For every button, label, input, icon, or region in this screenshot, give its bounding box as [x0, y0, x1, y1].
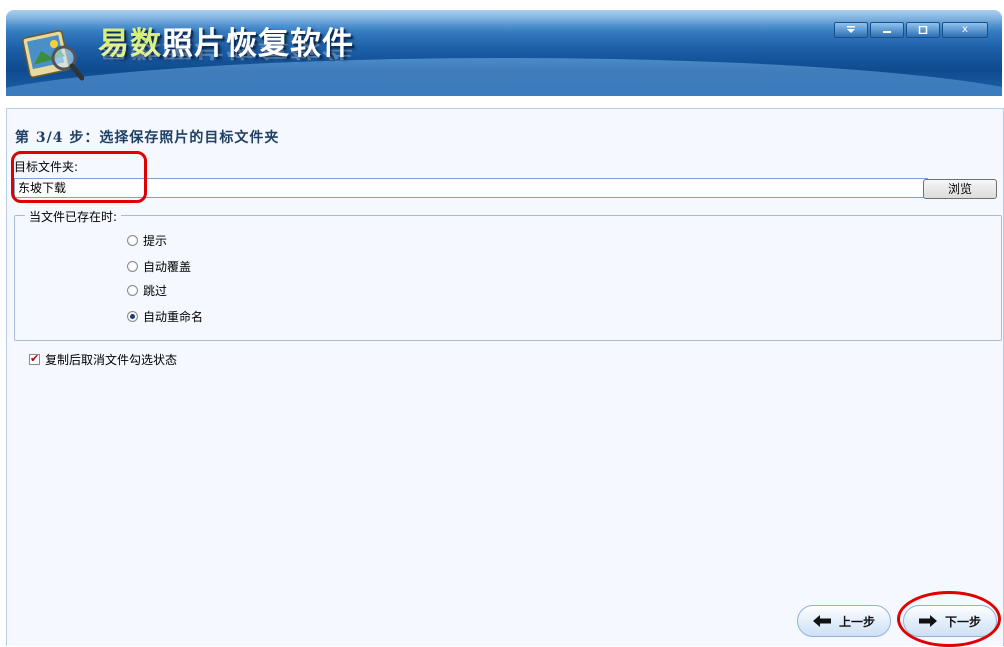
file-exists-group: 当文件已存在时: 提示 自动覆盖 跳过 自动重命名: [14, 208, 1002, 341]
previous-step-label: 上一步: [838, 614, 875, 629]
dropdown-arrow-icon: [847, 26, 855, 33]
close-button[interactable]: x: [942, 22, 988, 38]
app-logo-icon: [22, 30, 84, 81]
radio-option-auto-rename[interactable]: 自动重命名: [127, 308, 203, 325]
checkmark-icon: ✔: [30, 352, 40, 365]
target-folder-input[interactable]: [14, 178, 928, 198]
maximize-button[interactable]: [906, 22, 940, 38]
uncheck-after-copy-option[interactable]: ✔ 复制后取消文件勾选状态: [29, 351, 177, 368]
radio-button[interactable]: [127, 235, 138, 246]
previous-step-button[interactable]: 上一步: [797, 605, 891, 637]
maximize-icon: [918, 26, 928, 34]
menu-dropdown-button[interactable]: [834, 22, 868, 38]
step-title: 第 3/4 步：选择保存照片的目标文件夹: [15, 130, 280, 146]
uncheck-after-copy-checkbox[interactable]: ✔: [29, 352, 40, 365]
radio-label: 跳过: [143, 284, 168, 298]
radio-label: 提示: [143, 234, 168, 248]
arrow-left-icon: [812, 615, 831, 627]
radio-button[interactable]: [127, 285, 138, 296]
app-title-reflection: 易数照片恢复软件: [98, 41, 354, 61]
radio-button-selected[interactable]: [127, 311, 138, 322]
radio-button[interactable]: [127, 261, 138, 272]
radio-option-skip[interactable]: 跳过: [127, 282, 167, 299]
radio-label: 自动重命名: [143, 310, 204, 324]
annotation-highlight-folder: [11, 151, 147, 203]
uncheck-after-copy-label: 复制后取消文件勾选状态: [45, 353, 178, 367]
window-controls: x: [834, 22, 988, 38]
minimize-button[interactable]: [870, 22, 904, 38]
radio-option-overwrite[interactable]: 自动覆盖: [127, 258, 191, 275]
radio-option-prompt[interactable]: 提示: [127, 232, 167, 249]
annotation-highlight-next: [897, 591, 1001, 647]
browse-button[interactable]: 浏览: [923, 179, 997, 199]
minimize-icon: [883, 31, 891, 33]
title-bar: 易数照片恢复软件 易数照片恢复软件 x: [6, 10, 1002, 96]
close-icon: x: [962, 24, 968, 35]
radio-label: 自动覆盖: [143, 260, 192, 274]
file-exists-legend: 当文件已存在时:: [25, 208, 122, 225]
wizard-panel: 第 3/4 步：选择保存照片的目标文件夹 目标文件夹: 浏览 当文件已存在时: …: [6, 108, 1004, 647]
